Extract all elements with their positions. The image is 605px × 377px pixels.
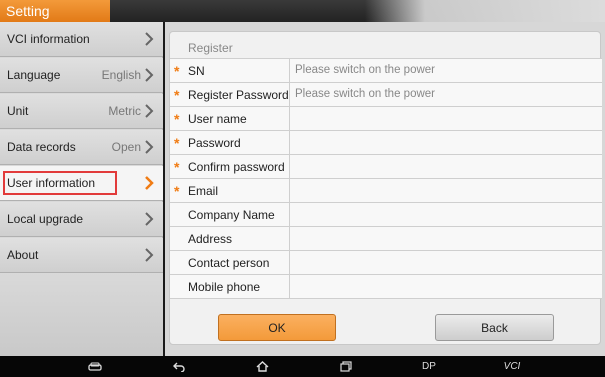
chevron-right-icon bbox=[145, 248, 154, 262]
page-title: Setting bbox=[0, 0, 110, 22]
row-divider bbox=[289, 251, 290, 275]
field-label: SN bbox=[188, 64, 205, 78]
main-content: Register * SN Please switch on the power… bbox=[165, 22, 605, 356]
row-divider bbox=[289, 155, 290, 179]
row-divider bbox=[289, 275, 290, 299]
form-row-register-password[interactable]: * Register Password Please switch on the… bbox=[170, 82, 602, 107]
chevron-right-icon bbox=[145, 104, 154, 118]
sidebar-item-unit[interactable]: Unit Metric bbox=[0, 94, 163, 129]
chevron-right-icon bbox=[145, 68, 154, 82]
sidebar-item-about[interactable]: About bbox=[0, 238, 163, 273]
register-title: Register bbox=[188, 41, 233, 55]
sidebar-item-label: Unit bbox=[7, 104, 29, 118]
sidebar-item-language[interactable]: Language English bbox=[0, 58, 163, 93]
chevron-right-icon bbox=[145, 140, 154, 154]
sidebar-item-label: User information bbox=[3, 171, 118, 195]
chevron-right-icon bbox=[145, 212, 154, 226]
sidebar-item-label: Data records bbox=[7, 140, 76, 154]
form-row-company-name[interactable]: Company Name bbox=[170, 202, 602, 227]
form-row-mobile-phone[interactable]: Mobile phone bbox=[170, 274, 602, 299]
home-icon[interactable] bbox=[253, 359, 271, 374]
field-label: Contact person bbox=[188, 256, 270, 270]
sidebar-item-label: VCI information bbox=[7, 32, 90, 46]
sidebar-item-value: English bbox=[101, 68, 141, 82]
row-divider bbox=[289, 227, 290, 251]
form-row-sn[interactable]: * SN Please switch on the power bbox=[170, 58, 602, 83]
field-label: Address bbox=[188, 232, 233, 246]
dp-button[interactable]: DP bbox=[418, 359, 440, 374]
required-asterisk-icon: * bbox=[174, 63, 180, 79]
form-row-email[interactable]: * Email bbox=[170, 178, 602, 203]
field-label: User name bbox=[188, 112, 247, 126]
sidebar-item-value: Open bbox=[111, 140, 141, 154]
recent-apps-icon[interactable] bbox=[337, 359, 355, 374]
field-label: Password bbox=[188, 136, 241, 150]
form-row-user-name[interactable]: * User name bbox=[170, 106, 602, 131]
back-icon[interactable] bbox=[170, 359, 188, 374]
system-navbar: DP VCI bbox=[0, 356, 605, 377]
required-asterisk-icon: * bbox=[174, 135, 180, 151]
settings-sidebar: VCI information Language English Unit Me… bbox=[0, 22, 163, 356]
chevron-right-icon bbox=[145, 176, 154, 190]
row-divider bbox=[289, 131, 290, 155]
car-icon[interactable] bbox=[86, 359, 104, 374]
form-row-password[interactable]: * Password bbox=[170, 130, 602, 155]
field-label: Company Name bbox=[188, 208, 275, 222]
row-divider bbox=[289, 107, 290, 131]
sidebar-item-label: About bbox=[7, 248, 39, 262]
row-divider bbox=[289, 179, 290, 203]
sidebar-item-label: Language bbox=[7, 68, 61, 82]
row-divider bbox=[289, 59, 290, 83]
sidebar-empty-area bbox=[0, 273, 163, 356]
row-divider bbox=[289, 203, 290, 227]
sidebar-item-data-records[interactable]: Data records Open bbox=[0, 130, 163, 165]
required-asterisk-icon: * bbox=[174, 183, 180, 199]
ok-button[interactable]: OK bbox=[218, 314, 336, 341]
sn-field[interactable]: Please switch on the power bbox=[295, 64, 435, 76]
register-panel: Register * SN Please switch on the power… bbox=[169, 31, 602, 345]
field-label: Confirm password bbox=[188, 160, 285, 174]
form-row-contact-person[interactable]: Contact person bbox=[170, 250, 602, 275]
required-asterisk-icon: * bbox=[174, 111, 180, 127]
form-row-confirm-password[interactable]: * Confirm password bbox=[170, 154, 602, 179]
sidebar-item-vci-information[interactable]: VCI information bbox=[0, 22, 163, 57]
sidebar-item-value: Metric bbox=[108, 104, 141, 118]
form-bottom-line bbox=[170, 298, 602, 299]
vci-button[interactable]: VCI bbox=[500, 359, 524, 374]
back-button[interactable]: Back bbox=[435, 314, 554, 341]
field-label: Mobile phone bbox=[188, 280, 261, 294]
sidebar-item-user-information[interactable]: User information bbox=[0, 166, 163, 201]
register-password-field[interactable]: Please switch on the power bbox=[295, 88, 435, 100]
chevron-right-icon bbox=[145, 32, 154, 46]
required-asterisk-icon: * bbox=[174, 159, 180, 175]
row-divider bbox=[289, 83, 290, 107]
field-label: Email bbox=[188, 184, 219, 198]
required-asterisk-icon: * bbox=[174, 87, 180, 103]
sidebar-item-label: Local upgrade bbox=[7, 212, 84, 226]
sidebar-item-local-upgrade[interactable]: Local upgrade bbox=[0, 202, 163, 237]
form-row-address[interactable]: Address bbox=[170, 226, 602, 251]
field-label: Register Password bbox=[188, 88, 289, 102]
